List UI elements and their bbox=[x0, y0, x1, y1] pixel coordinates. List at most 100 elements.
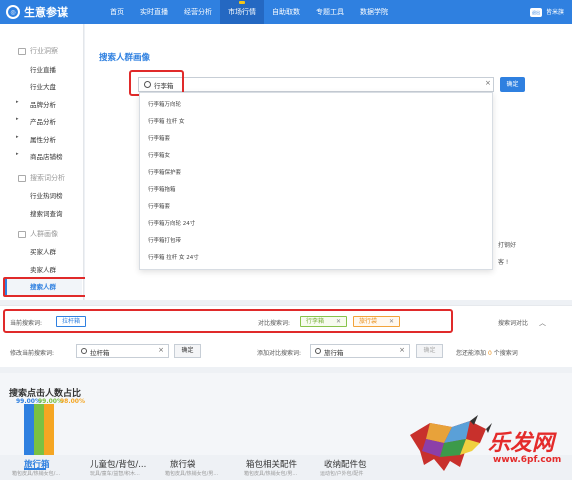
section-icon bbox=[18, 174, 26, 182]
nav-item[interactable]: 数据学院 bbox=[352, 0, 396, 24]
modify-term-value: 拉杆箱 bbox=[90, 349, 110, 357]
legend-tab-sub: 箱包皮具/热销女包/男... bbox=[165, 471, 219, 477]
sidebar-section-label: 搜索词分析 bbox=[30, 174, 65, 182]
sidebar-item-label: 卖家人群 bbox=[30, 266, 56, 274]
logo[interactable]: ◎ 生意参谋 bbox=[6, 4, 68, 20]
section-icon bbox=[18, 230, 26, 238]
sidebar-section-label: 行业洞察 bbox=[30, 47, 58, 55]
add-term-input[interactable]: 旅行箱 × bbox=[310, 344, 410, 358]
suggestion-item[interactable]: 行李箱套 bbox=[148, 134, 170, 142]
suggestion-item[interactable]: 行李箱保护套 bbox=[148, 168, 181, 176]
add-hint: 您还能添加 0 个搜索词 bbox=[456, 348, 518, 357]
chart-bar[interactable] bbox=[34, 403, 44, 455]
suggestion-item[interactable]: 行李箱套 bbox=[148, 202, 170, 210]
main-nav: 首页 实时直播 经营分析 市场行情 自助取数 专题工具 数据学院 bbox=[102, 0, 396, 24]
search-icon bbox=[81, 348, 87, 354]
legend-tab[interactable]: 收纳配件包 bbox=[324, 458, 367, 470]
sidebar-item[interactable]: 行业大盘 bbox=[30, 81, 56, 91]
sidebar-item-label: 搜索词查询 bbox=[30, 210, 63, 218]
page-title: 搜索人群画像 bbox=[99, 53, 151, 63]
clear-icon[interactable]: × bbox=[485, 79, 491, 87]
search-icon bbox=[315, 348, 321, 354]
suggestion-item[interactable]: 行李箱打包带 bbox=[148, 236, 181, 244]
watermark-url: www.6pf.com bbox=[493, 455, 562, 465]
side-note: 客 ! bbox=[498, 259, 509, 266]
sidebar-item-label: 买家人群 bbox=[30, 248, 56, 256]
suggestion-item[interactable]: 行李箱 拉杆 女 bbox=[148, 117, 185, 125]
legend-tab-sub: 玩具/童车/益智/积木... bbox=[90, 471, 140, 477]
add-term-value: 旅行箱 bbox=[324, 349, 344, 357]
modify-term-input[interactable]: 拉杆箱 × bbox=[76, 344, 169, 358]
sidebar-item[interactable]: ▸ 产品分析 bbox=[16, 116, 56, 126]
highlight-box-filter bbox=[3, 309, 453, 333]
suggestion-item[interactable]: 行李箱 拉杆 女 24寸 bbox=[148, 253, 199, 261]
sidebar-item[interactable]: 行业直播 bbox=[30, 64, 56, 74]
nav-item[interactable]: 实时直播 bbox=[132, 0, 176, 24]
sidebar-section: 行业洞察 bbox=[18, 46, 58, 56]
caret-right-icon: ▸ bbox=[16, 134, 19, 140]
nav-item[interactable]: 首页 bbox=[102, 0, 132, 24]
suggestion-dropdown: 行李箱万向轮 行李箱 拉杆 女行李箱套 行李箱女 行李箱保护套 行李箱拖箱 行李箱套 行李箱… bbox=[139, 92, 493, 270]
suggestion-item[interactable]: 行李箱万向轮 24寸 bbox=[148, 219, 195, 227]
hint-count: 0 bbox=[487, 350, 492, 357]
section-icon bbox=[18, 47, 26, 55]
modify-term-label: 修改当前搜索词: bbox=[10, 350, 55, 357]
sidebar-item[interactable]: 买家人群 bbox=[30, 246, 56, 256]
highlight-box-sidebar bbox=[3, 277, 95, 297]
sidebar-item-label: 行业直播 bbox=[30, 66, 56, 74]
suggestion-item[interactable]: 行李箱女 bbox=[148, 151, 170, 159]
legend-tab[interactable]: 箱包相关配件 bbox=[246, 458, 297, 470]
chevron-up-icon[interactable]: ︿ bbox=[539, 318, 546, 328]
confirm-button[interactable]: 确定 bbox=[500, 77, 525, 92]
logo-text: 生意参谋 bbox=[24, 6, 68, 19]
watermark-text: 乐发网 bbox=[488, 430, 555, 456]
sidebar-item[interactable]: ▸ 属性分析 bbox=[16, 134, 56, 144]
legend-tab[interactable]: 旅行袋 bbox=[170, 458, 196, 470]
legend-tab-sub: 运动包/户外包/配件 bbox=[320, 471, 364, 477]
logo-icon: ◎ bbox=[6, 5, 20, 19]
nav-item[interactable]: 经营分析 bbox=[176, 0, 220, 24]
user-name[interactable]: 皆米旗 bbox=[546, 7, 564, 16]
chart-bar[interactable] bbox=[44, 404, 54, 455]
bull-logo-icon bbox=[410, 415, 492, 471]
search-input[interactable]: 行李箱 × bbox=[138, 77, 494, 92]
sidebar-item[interactable]: ▸ 商品店铺榜 bbox=[16, 151, 63, 161]
compare-link[interactable]: 搜索词对比 bbox=[498, 318, 528, 327]
caret-right-icon: ▸ bbox=[16, 116, 19, 122]
caret-right-icon: ▸ bbox=[16, 151, 19, 157]
side-note: 打钢好 bbox=[498, 242, 517, 249]
modify-confirm-button[interactable]: 确定 bbox=[174, 344, 201, 358]
nav-item[interactable]: 专题工具 bbox=[308, 0, 352, 24]
legend-tab-sub: 箱包皮具/热销女包/... bbox=[12, 471, 61, 477]
nav-item[interactable]: 市场行情 bbox=[220, 0, 264, 24]
active-tab-underline bbox=[24, 468, 46, 470]
hint-suffix: 个搜索词 bbox=[493, 350, 518, 357]
chart-bar[interactable] bbox=[24, 403, 34, 455]
suggestion-item[interactable]: 行李箱万向轮 bbox=[148, 100, 181, 108]
data-label: 98.00% bbox=[60, 398, 85, 405]
nav-item[interactable]: 自助取数 bbox=[264, 0, 308, 24]
hint-prefix: 您还能添加 bbox=[456, 350, 487, 357]
sidebar-section: 搜索词分析 bbox=[18, 173, 65, 183]
sidebar-item[interactable]: 行业热词榜 bbox=[30, 190, 63, 200]
add-confirm-button[interactable]: 确定 bbox=[416, 344, 443, 358]
sidebar-item[interactable]: 搜索词查询 bbox=[30, 208, 63, 218]
sidebar-item-label: 商品店铺榜 bbox=[30, 153, 63, 161]
sidebar-item-label: 行业大盘 bbox=[30, 83, 56, 91]
legend-tab-sub: 箱包皮具/热销女包/男... bbox=[244, 471, 298, 477]
top-bar: ◎ 生意参谋 首页 实时直播 经营分析 市场行情 自助取数 专题工具 数据学院 退出 皆米旗 bbox=[0, 0, 572, 24]
sidebar-item-label: 产品分析 bbox=[30, 118, 56, 126]
clear-icon[interactable]: × bbox=[399, 346, 405, 354]
suggestion-item[interactable]: 行李箱拖箱 bbox=[148, 185, 176, 193]
legend-tab[interactable]: 儿童包/背包/... bbox=[90, 458, 146, 470]
logout-button[interactable]: 退出 bbox=[530, 8, 542, 17]
sidebar-section: 人群画像 bbox=[18, 229, 58, 239]
sidebar-item-label: 品牌分析 bbox=[30, 101, 56, 109]
add-term-label: 添加对比搜索词: bbox=[257, 350, 302, 357]
sidebar-section-label: 人群画像 bbox=[30, 230, 58, 238]
sidebar-item[interactable]: 卖家人群 bbox=[30, 264, 56, 274]
sidebar-item-label: 属性分析 bbox=[30, 136, 56, 144]
sidebar-item[interactable]: ▸ 品牌分析 bbox=[16, 99, 56, 109]
caret-right-icon: ▸ bbox=[16, 99, 19, 105]
clear-icon[interactable]: × bbox=[158, 346, 164, 354]
